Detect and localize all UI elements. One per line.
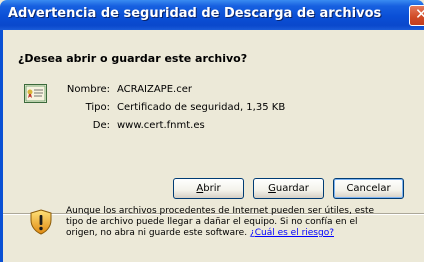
risk-help-link[interactable]: ¿Cuál es el riesgo? — [250, 228, 334, 238]
cancel-button[interactable]: Cancelar — [333, 178, 404, 199]
dialog-question: ¿Desea abrir o guardar este archivo? — [18, 52, 248, 65]
close-icon: ✕ — [415, 5, 424, 23]
field-label: Nombre: — [66, 84, 110, 95]
security-shield-icon — [30, 209, 52, 235]
close-button[interactable]: ✕ — [409, 5, 424, 26]
window-frame — [0, 30, 3, 262]
file-type-value: Certificado de seguridad, 1,35 KB — [117, 102, 286, 113]
window-title: Advertencia de seguridad de Descarga de … — [8, 6, 382, 21]
security-warning-dialog: Advertencia de seguridad de Descarga de … — [0, 0, 424, 262]
file-source-value: www.cert.fnmt.es — [117, 120, 205, 131]
title-bar[interactable]: Advertencia de seguridad de Descarga de … — [0, 0, 424, 30]
security-warning-text: Aunque los archivos procedentes de Inter… — [66, 206, 375, 238]
file-name-value: ACRAIZAPE.cer — [117, 84, 192, 95]
field-label: Tipo: — [85, 102, 110, 113]
open-button[interactable]: Abrir — [173, 178, 244, 199]
field-label: De: — [92, 120, 110, 131]
save-button[interactable]: Guardar — [253, 178, 324, 199]
